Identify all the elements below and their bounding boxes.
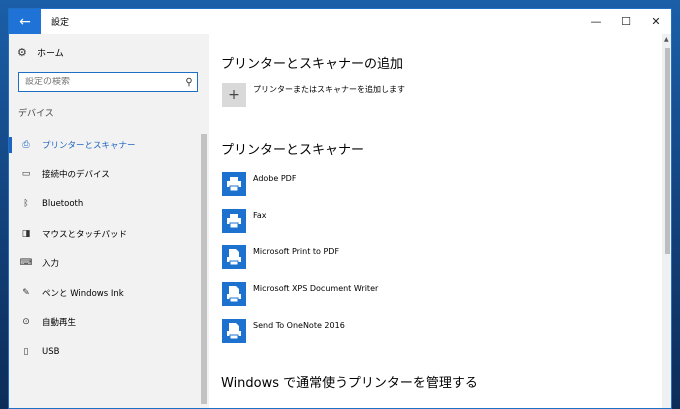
document-printer-icon: [222, 319, 246, 343]
sidebar-item-connected-devices[interactable]: ▭ 接続中のデバイス: [9, 160, 199, 190]
sidebar-item-label: 接続中のデバイス: [42, 170, 110, 181]
printer-name: Adobe PDF: [253, 173, 297, 183]
main-content: プリンターとスキャナーの追加 + プリンターまたはスキャナーを追加します プリン…: [209, 34, 661, 408]
sidebar-item-bluetooth[interactable]: ᛒ Bluetooth: [9, 189, 199, 219]
back-arrow-icon: ←: [19, 13, 31, 30]
scrollbar-thumb[interactable]: [665, 48, 670, 254]
sidebar-item-label: プリンターとスキャナー: [42, 140, 136, 151]
close-button[interactable]: ✕: [641, 9, 671, 34]
printer-item-ms-print-to-pdf[interactable]: Microsoft Print to PDF: [222, 245, 339, 269]
back-button[interactable]: ←: [9, 9, 41, 34]
bluetooth-icon: ᛒ: [23, 198, 29, 209]
mouse-icon: ◨: [21, 228, 31, 239]
sidebar-item-label: 入力: [42, 259, 60, 270]
devices-icon: ▭: [21, 169, 31, 180]
sidebar-item-usb[interactable]: ▯ USB: [9, 337, 199, 367]
sidebar-item-mouse[interactable]: ◨ マウスとタッチパッド: [9, 219, 199, 249]
printer-icon: ⎙: [22, 139, 30, 150]
sidebar-nav: ⎙ プリンターとスキャナー ▭ 接続中のデバイス ᛒ Bluetooth ◨ マ…: [9, 130, 199, 367]
sidebar: ⚙ ホーム ⚲ デバイス ⎙ プリンターとスキャナー ▭ 接続中のデバイス ᛒ …: [9, 34, 209, 408]
keyboard-icon: ⌨: [19, 258, 33, 269]
printer-name: Microsoft Print to PDF: [253, 246, 340, 256]
printer-name: Microsoft XPS Document Writer: [253, 283, 379, 293]
scroll-up-arrow-icon[interactable]: ▲: [664, 36, 669, 43]
printer-icon: [222, 172, 246, 196]
close-icon: ✕: [651, 15, 661, 28]
sidebar-scrollbar[interactable]: [201, 134, 207, 404]
minimize-button[interactable]: —: [581, 9, 611, 34]
search-icon[interactable]: ⚲: [181, 77, 197, 88]
printer-item-fax[interactable]: Fax: [222, 209, 267, 233]
sidebar-item-pen[interactable]: ✎ ペンと Windows Ink: [9, 278, 199, 308]
title-bar: ← 設定 — ☐ ✕: [9, 9, 671, 34]
sidebar-item-label: 自動再生: [42, 318, 77, 329]
document-printer-icon: [222, 282, 246, 306]
home-link[interactable]: ⚙ ホーム: [17, 46, 64, 59]
sidebar-item-input[interactable]: ⌨ 入力: [9, 248, 199, 278]
autoplay-icon: ⊙: [22, 317, 30, 328]
sidebar-section-label: デバイス: [18, 109, 54, 119]
add-printer-label: プリンターまたはスキャナーを追加します: [253, 84, 405, 94]
pen-icon: ✎: [22, 287, 30, 298]
main-scrollbar[interactable]: ▲: [662, 34, 671, 408]
printer-icon: [222, 209, 246, 233]
printer-item-onenote[interactable]: Send To OneNote 2016: [222, 319, 345, 343]
printer-list-title: プリンターとスキャナー: [221, 143, 365, 158]
manage-section-title: Windows で通常使うプリンターを管理する: [221, 376, 478, 391]
search-box: ⚲: [18, 72, 198, 92]
maximize-button[interactable]: ☐: [611, 9, 641, 34]
usb-icon: ▯: [23, 346, 29, 357]
printer-item-adobe-pdf[interactable]: Adobe PDF: [222, 172, 296, 196]
sidebar-item-label: Bluetooth: [42, 198, 84, 209]
search-input[interactable]: [19, 77, 181, 87]
printer-name: Fax: [253, 210, 267, 220]
plus-icon: +: [222, 83, 246, 107]
add-printer-button[interactable]: + プリンターまたはスキャナーを追加します: [222, 83, 405, 107]
gear-icon: ⚙: [17, 46, 27, 59]
sidebar-item-printers[interactable]: ⎙ プリンターとスキャナー: [9, 130, 199, 160]
maximize-icon: ☐: [621, 15, 631, 28]
sidebar-item-label: USB: [42, 346, 60, 357]
printer-item-ms-xps-writer[interactable]: Microsoft XPS Document Writer: [222, 282, 378, 306]
minimize-icon: —: [590, 15, 602, 28]
add-section-title: プリンターとスキャナーの追加: [221, 57, 404, 72]
settings-window: ← 設定 — ☐ ✕ ⚙ ホーム ⚲ デバイス ⎙ プリンタ: [8, 8, 672, 409]
window-title: 設定: [51, 18, 70, 28]
printer-name: Send To OneNote 2016: [253, 320, 345, 330]
document-printer-icon: [222, 245, 246, 269]
home-label: ホーム: [37, 49, 64, 59]
sidebar-item-label: ペンと Windows Ink: [42, 288, 124, 299]
sidebar-item-label: マウスとタッチパッド: [42, 229, 128, 240]
sidebar-item-autoplay[interactable]: ⊙ 自動再生: [9, 308, 199, 338]
